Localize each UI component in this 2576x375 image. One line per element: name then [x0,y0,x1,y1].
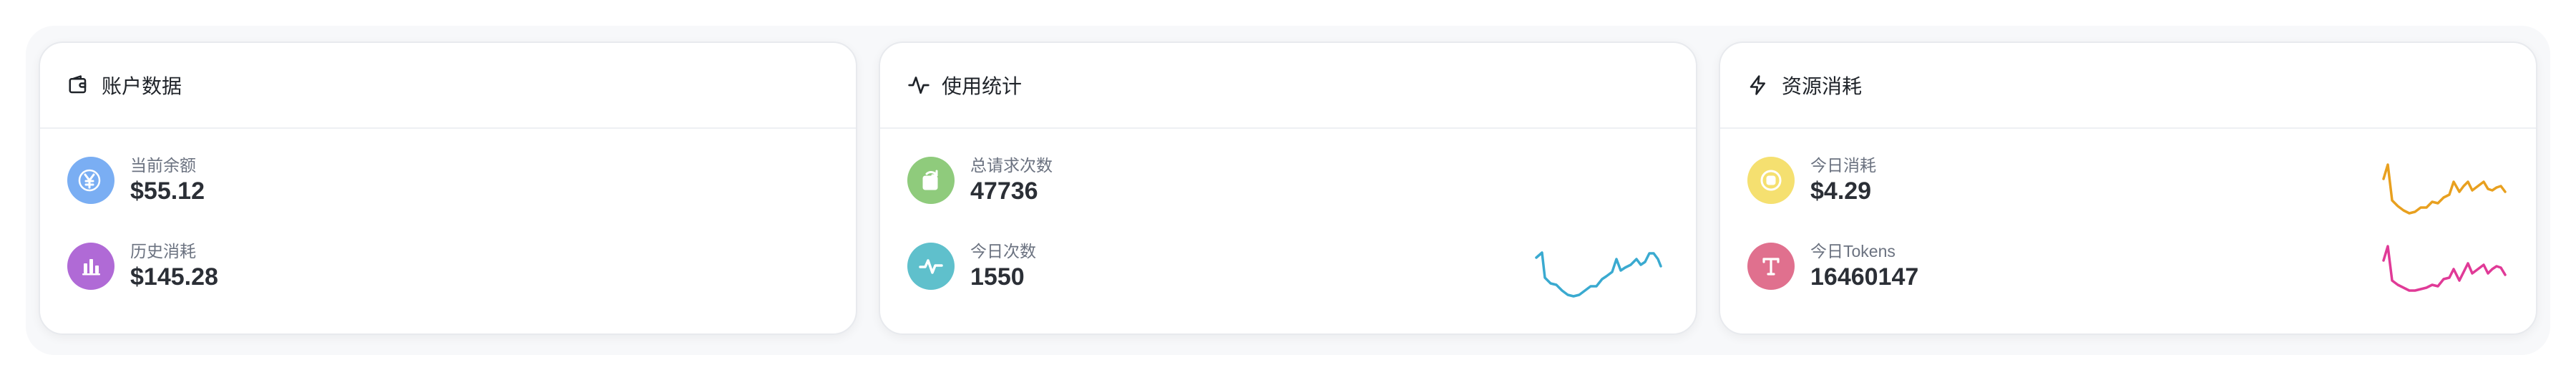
card-title: 账户数据 [102,75,182,97]
stat-label: 今日次数 [970,242,1036,260]
stat-value: 16460147 [1810,263,1919,291]
lightning-icon [1747,73,1772,97]
today-tokens-stat: 今日Tokens 16460147 [1747,238,1918,295]
stat-label: 总请求次数 [970,156,1053,175]
today-consumption-stat: 今日消耗 $4.29 [1747,152,1876,209]
today-requests-sparkline [1535,251,1662,298]
dashboard-container: 账户数据 当前余额 $55.12 历史消耗 $145.28 使用统计 总请求次数… [26,26,2550,355]
stat-value: $55.12 [130,177,205,205]
stat-value: 1550 [970,263,1025,291]
today-requests-stat: 今日次数 1550 [907,238,1036,295]
card-title: 资源消耗 [1782,75,1863,97]
stat-label: 当前余额 [130,156,196,175]
stat-value: 47736 [970,177,1038,205]
account-data-card: 账户数据 当前余额 $55.12 历史消耗 $145.28 [39,42,857,335]
refresh-doc-icon [907,157,955,204]
coin-icon [1747,157,1795,204]
history-consumption-stat: 历史消耗 $145.28 [67,238,218,295]
stat-label: 今日Tokens [1810,242,1896,260]
stat-label: 历史消耗 [130,242,196,260]
wallet-icon [67,73,92,97]
card-header: 使用统计 [880,43,1696,129]
resource-consumption-card: 资源消耗 今日消耗 $4.29 今日Tokens 16460147 [1719,42,2537,335]
card-header: 资源消耗 [1720,43,2536,129]
activity-icon [907,73,932,97]
balance-stat: 当前余额 $55.12 [67,152,205,209]
today-tokens-sparkline [2382,245,2507,292]
pulse-icon [907,243,955,290]
card-title: 使用统计 [942,75,1023,97]
today-consumption-sparkline [2382,163,2507,215]
total-requests-stat: 总请求次数 47736 [907,152,1053,209]
stat-value: $4.29 [1810,177,1872,205]
stat-label: 今日消耗 [1810,156,1876,175]
bar-chart-icon [67,243,114,290]
usage-stats-card: 使用统计 总请求次数 47736 今日次数 1550 [879,42,1697,335]
stat-value: $145.28 [130,263,218,291]
card-header: 账户数据 [40,43,856,129]
yen-icon [67,157,114,204]
letter-t-icon [1747,243,1795,290]
